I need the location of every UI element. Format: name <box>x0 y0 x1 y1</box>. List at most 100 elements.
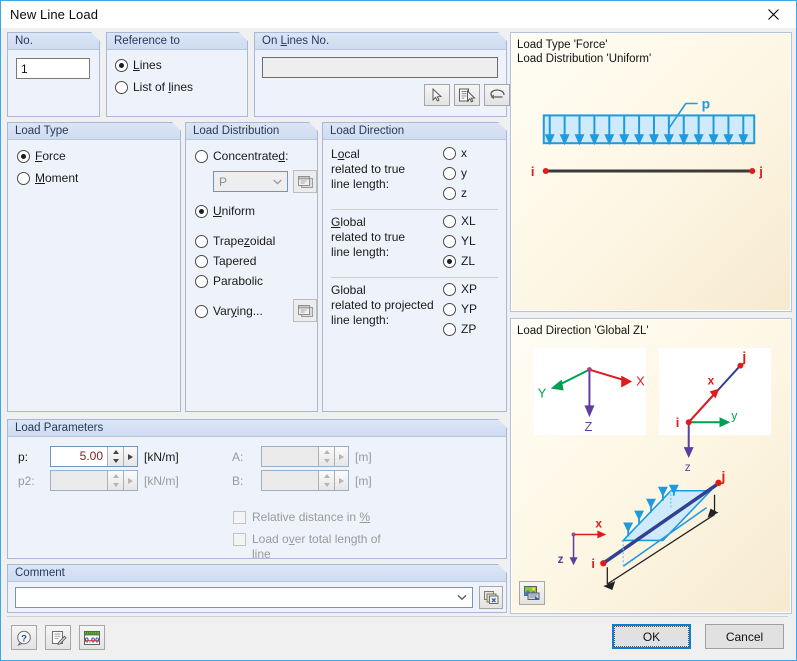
a-unit: [m] <box>355 450 372 464</box>
help-button[interactable]: ? <box>11 625 37 650</box>
spin-up-icon <box>319 471 334 481</box>
radio-direction-yl[interactable]: YL <box>443 234 476 248</box>
preview-bottom-caption: Load Direction 'Global ZL' <box>517 325 649 337</box>
a-spinner <box>261 446 349 467</box>
p-more-button[interactable] <box>123 447 137 466</box>
p2-value <box>51 471 107 490</box>
radio-direction-z[interactable]: z <box>443 186 467 200</box>
load-preview-panel: Load Type 'Force' Load Distribution 'Uni… <box>510 32 792 312</box>
node-label-i: i <box>591 556 595 571</box>
p-spin-buttons[interactable] <box>107 447 123 466</box>
radio-direction-xp[interactable]: XP <box>443 282 477 296</box>
comment-library-button[interactable] <box>479 586 503 609</box>
radio-distribution-concentrated[interactable]: Concentrated: <box>195 149 288 163</box>
spin-down-icon[interactable] <box>108 457 123 467</box>
on-lines-input[interactable] <box>262 57 498 78</box>
checkbox-icon <box>233 533 246 546</box>
radio-reference-list-of-lines[interactable]: List of lines <box>115 80 193 94</box>
units-button[interactable]: 0.00 <box>79 625 105 650</box>
radio-distribution-uniform[interactable]: Uniform <box>195 204 255 218</box>
radio-distribution-trapezoidal[interactable]: Trapezoidal <box>195 234 275 248</box>
spin-up-icon[interactable] <box>108 447 123 457</box>
dialog-body: No. 1 Reference to Lines List of lines O… <box>1 28 796 660</box>
node-label-i: i <box>676 415 680 430</box>
axis-label-y: y <box>731 408 737 422</box>
spin-up-icon <box>319 447 334 457</box>
dialog-window-icon <box>297 304 313 317</box>
radio-dot-icon <box>195 149 208 163</box>
svg-text:?: ? <box>21 633 27 644</box>
radio-direction-yp[interactable]: YP <box>443 302 477 316</box>
pick-from-list-icon <box>458 88 476 102</box>
render-settings-button[interactable] <box>519 581 545 605</box>
p2-label: p2: <box>18 474 35 488</box>
radio-distribution-tapered[interactable]: Tapered <box>195 254 256 268</box>
radio-dot-icon <box>195 274 208 288</box>
b-value <box>262 471 318 490</box>
p-label: p: <box>18 450 29 464</box>
concentrated-type-dropdown[interactable]: P <box>213 171 288 192</box>
load-direction-group: Local related to true line length: x y z… <box>322 140 507 412</box>
radio-dot-icon <box>115 80 128 94</box>
comment-group-header: Comment <box>7 564 507 582</box>
radio-dot-icon <box>443 322 456 336</box>
ok-button[interactable]: OK <box>612 624 691 649</box>
radio-load-type-moment[interactable]: Moment <box>17 171 78 185</box>
window-title: New Line Load <box>10 7 99 22</box>
help-icon: ? <box>16 630 31 646</box>
p-value: 5.00 <box>79 449 103 463</box>
local-direction-label: Local related to true line length: <box>331 147 406 191</box>
edit-notes-icon <box>51 630 67 645</box>
radio-dot-icon <box>195 204 208 218</box>
pick-from-list-button[interactable] <box>454 84 480 106</box>
radio-direction-y[interactable]: y <box>443 166 467 180</box>
b-more-button <box>334 471 348 490</box>
checkbox-relative-distance[interactable]: Relative distance in % <box>233 510 370 524</box>
radio-dot-icon <box>443 282 456 296</box>
dialog-window-icon <box>297 175 313 188</box>
axis-label-Y: Y <box>538 385 547 400</box>
radio-direction-zl[interactable]: ZL <box>443 254 475 268</box>
radio-dot-icon <box>17 149 30 163</box>
radio-dot-icon <box>195 234 208 248</box>
pick-line-button[interactable] <box>424 84 450 106</box>
edit-notes-button[interactable] <box>45 625 71 650</box>
load-parameters-group-header: Load Parameters <box>7 419 507 437</box>
a-spin-buttons <box>318 447 334 466</box>
varying-settings-button[interactable] <box>293 299 317 322</box>
spin-down-icon <box>319 481 334 491</box>
radio-distribution-parabolic[interactable]: Parabolic <box>195 274 263 288</box>
units-icon: 0.00 <box>84 630 100 645</box>
p-spinner[interactable]: 5.00 <box>50 446 138 467</box>
preview-top-caption: Load Type 'Force' Load Distribution 'Uni… <box>517 39 652 65</box>
chevron-down-icon[interactable] <box>452 594 472 601</box>
checkbox-icon <box>233 510 246 524</box>
title-bar: New Line Load <box>1 1 796 28</box>
close-icon <box>768 8 779 20</box>
radio-distribution-varying[interactable]: Varying... <box>195 304 263 318</box>
concentrated-settings-button[interactable] <box>293 170 317 193</box>
p2-spinner <box>50 470 138 491</box>
radio-reference-lines[interactable]: Lines <box>115 58 162 72</box>
load-distribution-group-header: Load Distribution <box>185 122 318 140</box>
no-group-header: No. <box>7 32 100 50</box>
comment-input[interactable] <box>15 587 473 608</box>
radio-dot-icon <box>443 146 456 160</box>
no-input[interactable]: 1 <box>16 58 90 79</box>
radio-direction-x[interactable]: x <box>443 146 467 160</box>
radio-direction-xl[interactable]: XL <box>443 214 476 228</box>
spin-down-icon <box>319 457 334 467</box>
p-unit: [kN/m] <box>144 450 179 464</box>
radio-dot-icon <box>195 304 208 318</box>
cancel-button[interactable]: Cancel <box>705 624 784 649</box>
radio-direction-zp[interactable]: ZP <box>443 322 476 336</box>
global-true-direction-label: Global related to true line length: <box>331 215 406 259</box>
axis-label-z: z <box>558 552 564 566</box>
radio-load-type-force[interactable]: Force <box>17 149 66 163</box>
select-loop-button[interactable] <box>484 84 510 106</box>
checkbox-load-over-total-length[interactable]: Load over total length of line <box>233 532 381 562</box>
load-direction-group-header: Load Direction <box>322 122 507 140</box>
axis-label-x: x <box>708 374 715 388</box>
p2-more-button <box>123 471 137 490</box>
close-button[interactable] <box>751 1 796 27</box>
